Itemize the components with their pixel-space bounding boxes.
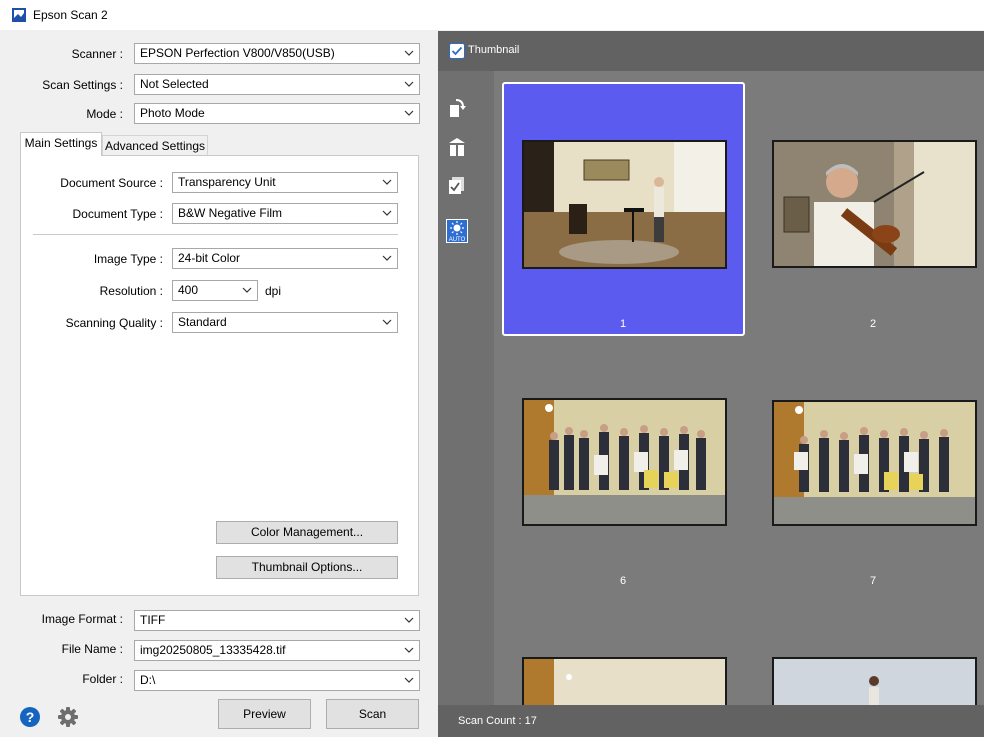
chevron-down-icon (404, 647, 414, 653)
help-icon[interactable]: ? (19, 706, 41, 728)
image-type-value: 24-bit Color (178, 251, 241, 265)
scanner-select-value: EPSON Perfection V800/V850(USB) (140, 46, 335, 60)
document-source-value: Transparency Unit (178, 175, 276, 189)
title-bar: Epson Scan 2 (0, 0, 984, 30)
chevron-down-icon (404, 677, 414, 683)
chevron-down-icon (382, 179, 392, 185)
scan-settings-label: Scan Settings : (42, 78, 123, 92)
scanning-quality-select[interactable]: Standard (172, 312, 398, 333)
chevron-down-icon (242, 287, 252, 293)
document-type-select[interactable]: B&W Negative Film (172, 203, 398, 224)
auto-label: AUTO (449, 237, 466, 243)
preview-toolbar: Thumbnail (438, 31, 984, 71)
mode-select[interactable]: Photo Mode (134, 103, 420, 124)
thumbnail-checkbox[interactable] (449, 43, 465, 59)
photo-group-1 (524, 400, 725, 524)
scan-count: Scan Count : 17 (458, 715, 537, 727)
file-name-select[interactable]: img20250805_13335428.tif (134, 640, 420, 661)
select-all-icon[interactable] (447, 175, 467, 195)
chevron-down-icon (404, 617, 414, 623)
scanner-select[interactable]: EPSON Perfection V800/V850(USB) (134, 43, 420, 64)
tool-strip (438, 71, 494, 705)
flip-icon[interactable] (447, 137, 467, 157)
scanning-quality-label: Scanning Quality : (65, 316, 163, 330)
chevron-down-icon (404, 110, 414, 116)
scanning-quality-value: Standard (178, 315, 227, 329)
svg-text:?: ? (26, 709, 35, 725)
scan-settings-select[interactable]: Not Selected (134, 74, 420, 95)
thumbnail-image-1[interactable] (522, 140, 727, 269)
gear-icon[interactable] (57, 706, 79, 728)
divider (33, 234, 398, 235)
image-format-select[interactable]: TIFF (134, 610, 420, 631)
scanner-label: Scanner : (71, 47, 123, 61)
folder-value: D:\ (140, 673, 156, 687)
chevron-down-icon (382, 255, 392, 261)
image-format-value: TIFF (140, 613, 166, 627)
document-source-select[interactable]: Transparency Unit (172, 172, 398, 193)
thumbnail-options-button[interactable]: Thumbnail Options... (216, 556, 398, 579)
window-title: Epson Scan 2 (33, 8, 108, 22)
scan-settings-select-value: Not Selected (140, 77, 209, 91)
photo-room-with-violinist (524, 142, 725, 267)
frame-number-1: 1 (619, 318, 627, 330)
chevron-down-icon (382, 319, 392, 325)
photo-group-2 (774, 402, 975, 524)
tab-main-settings[interactable]: Main Settings (20, 132, 102, 156)
thumbnail-image-7[interactable] (772, 400, 977, 526)
image-type-select[interactable]: 24-bit Color (172, 248, 398, 269)
frame-number-2: 2 (869, 318, 877, 330)
tab-advanced-settings[interactable]: Advanced Settings (102, 135, 208, 156)
frame-number-6: 6 (619, 575, 627, 587)
folder-label: Folder : (82, 672, 123, 686)
mode-label: Mode : (86, 107, 123, 121)
chevron-down-icon (404, 50, 414, 56)
thumbnail-image-partial-1[interactable] (522, 657, 727, 705)
photo-partial-room (524, 659, 725, 705)
resolution-select[interactable]: 400 (172, 280, 258, 301)
document-type-value: B&W Negative Film (178, 206, 283, 220)
resolution-label: Resolution : (99, 284, 163, 298)
mode-select-value: Photo Mode (140, 106, 205, 120)
epson-scan-app-icon (12, 8, 26, 22)
rotate-icon[interactable] (447, 98, 467, 118)
document-type-label: Document Type : (72, 207, 164, 221)
color-management-button[interactable]: Color Management... (216, 521, 398, 544)
auto-exposure-icon[interactable]: AUTO (446, 219, 468, 243)
thumbnail-image-partial-2[interactable] (772, 657, 977, 705)
file-name-value: img20250805_13335428.tif (140, 643, 286, 657)
frame-number-7: 7 (869, 575, 877, 587)
file-name-label: File Name : (61, 642, 123, 656)
photo-violinist-closeup (774, 142, 975, 266)
photo-partial-figure (774, 659, 975, 705)
document-source-label: Document Source : (60, 176, 163, 190)
resolution-unit: dpi (265, 284, 282, 298)
scan-button[interactable]: Scan (326, 699, 419, 729)
resolution-value: 400 (178, 283, 199, 297)
chevron-down-icon (404, 81, 414, 87)
chevron-down-icon (382, 210, 392, 216)
folder-select[interactable]: D:\ (134, 670, 420, 691)
preview-status-bar: Scan Count : 17 (438, 705, 984, 737)
image-type-label: Image Type : (93, 252, 163, 266)
thumbnail-label: Thumbnail (468, 44, 520, 56)
thumbnail-image-6[interactable] (522, 398, 727, 526)
preview-button[interactable]: Preview (218, 699, 311, 729)
image-format-label: Image Format : (41, 612, 123, 626)
thumbnail-image-2[interactable] (772, 140, 977, 268)
